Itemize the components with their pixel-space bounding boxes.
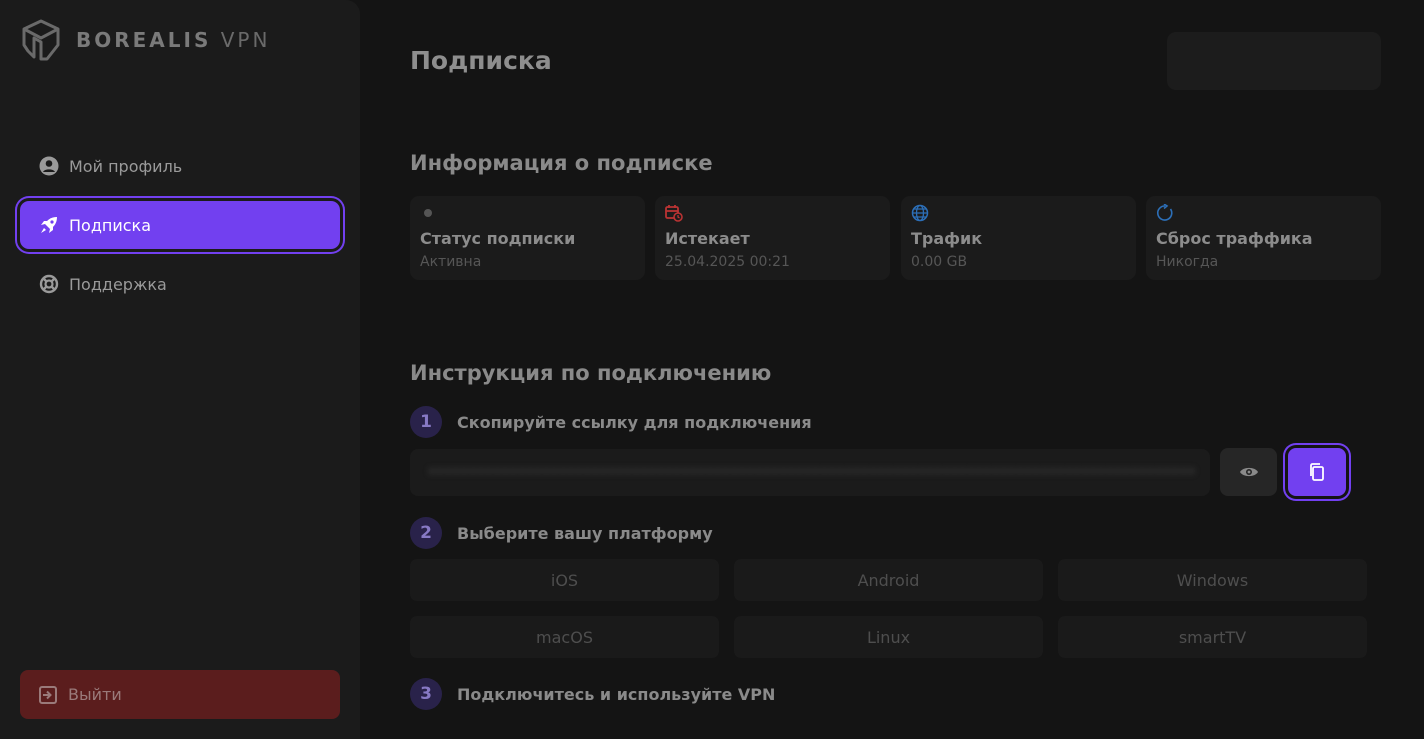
step-number: 1: [410, 406, 442, 438]
brand-name: BOREALIS VPN: [76, 28, 270, 52]
sidebar-item-support[interactable]: Поддержка: [20, 260, 340, 308]
status-dot-icon: [424, 209, 432, 217]
card-value: 25.04.2025 00:21: [665, 254, 790, 270]
sidebar-item-subscription[interactable]: Подписка: [20, 201, 340, 249]
step-text: Выберите вашу платформу: [457, 523, 713, 543]
step-number: 3: [410, 678, 442, 710]
connection-link-field[interactable]: ••••••••••••••••••••••••••••••••••••••••…: [410, 449, 1210, 496]
refresh-icon: [1157, 204, 1173, 221]
copy-icon: [1310, 463, 1324, 481]
step-text: Скопируйте ссылку для подключения: [457, 412, 812, 432]
platform-linux-button[interactable]: Linux: [734, 616, 1043, 658]
platform-smarttv-button[interactable]: smartTV: [1058, 616, 1367, 658]
subscription-info-title: Информация о подписке: [410, 151, 713, 175]
rocket-icon: [38, 214, 60, 236]
sidebar: BOREALIS VPN Мой профиль Подписка Поддер…: [0, 0, 360, 739]
globe-icon: [911, 204, 929, 222]
step-3: 3 Подключитесь и используйте VPN: [410, 678, 775, 710]
traffic-card: Трафик 0.00 GB: [901, 196, 1136, 280]
card-label: Сброс траффика: [1156, 229, 1313, 248]
borealis-logo-icon: [22, 19, 60, 61]
brand-logo[interactable]: BOREALIS VPN: [20, 18, 270, 62]
status-card: Статус подписки Активна: [410, 196, 645, 280]
eye-icon: [1239, 467, 1258, 477]
logout-icon: [38, 685, 58, 705]
sidebar-item-label: Подписка: [69, 215, 152, 235]
connection-link-hidden: ••••••••••••••••••••••••••••••••••••••••…: [428, 465, 1196, 480]
sidebar-item-label: Поддержка: [69, 274, 167, 294]
main-content: Подписка Информация о подписке Статус по…: [360, 0, 1424, 739]
sidebar-item-profile[interactable]: Мой профиль: [20, 142, 340, 190]
step-2: 2 Выберите вашу платформу: [410, 517, 713, 549]
card-value: Активна: [420, 254, 482, 270]
card-label: Истекает: [665, 229, 750, 248]
show-link-button[interactable]: [1220, 448, 1277, 496]
copy-link-button[interactable]: [1288, 448, 1346, 496]
card-value: Никогда: [1156, 254, 1219, 270]
page-title: Подписка: [410, 46, 552, 75]
platform-windows-button[interactable]: Windows: [1058, 559, 1367, 601]
user-circle-icon: [38, 155, 60, 177]
logout-label: Выйти: [68, 685, 122, 704]
card-label: Трафик: [911, 229, 983, 248]
sidebar-item-label: Мой профиль: [69, 156, 183, 176]
step-text: Подключитесь и используйте VPN: [457, 684, 776, 704]
platform-android-button[interactable]: Android: [734, 559, 1043, 601]
instructions-title: Инструкция по подключению: [410, 361, 772, 385]
calendar-clock-icon: [665, 205, 683, 222]
expires-card: Истекает 25.04.2025 00:21: [655, 196, 890, 280]
step-1: 1 Скопируйте ссылку для подключения: [410, 406, 812, 438]
reset-card: Сброс траффика Никогда: [1146, 196, 1381, 280]
header-placeholder-box: [1167, 32, 1381, 90]
logout-button[interactable]: Выйти: [20, 670, 340, 719]
brand-name-bold: BOREALIS: [76, 28, 212, 52]
platform-ios-button[interactable]: iOS: [410, 559, 719, 601]
step-number: 2: [410, 517, 442, 549]
brand-name-light: VPN: [220, 28, 271, 52]
card-value: 0.00 GB: [911, 254, 968, 270]
lifebuoy-icon: [38, 273, 60, 295]
card-label: Статус подписки: [420, 229, 576, 248]
platform-macos-button[interactable]: macOS: [410, 616, 719, 658]
